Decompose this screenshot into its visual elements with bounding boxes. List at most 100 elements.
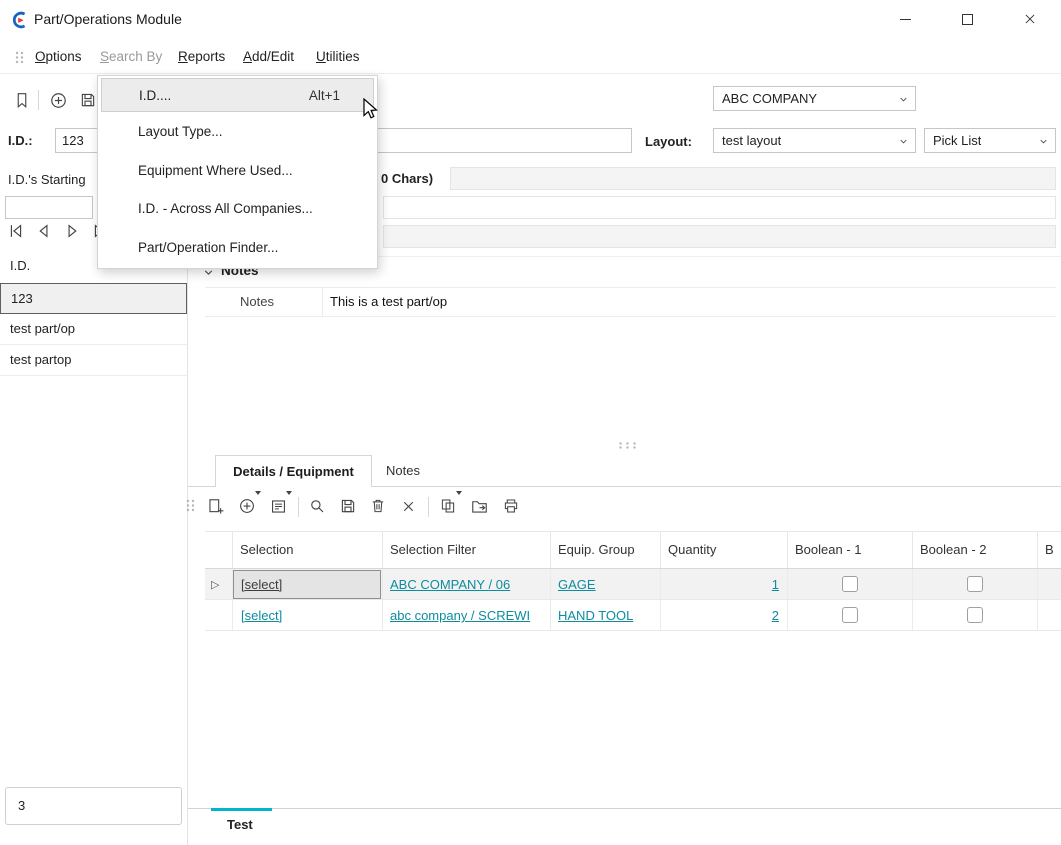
list-item[interactable]: test part/op — [0, 314, 187, 345]
trash-icon — [369, 497, 387, 515]
menu-item-equipment-where-used[interactable]: Equipment Where Used... — [98, 151, 377, 190]
column-header-selection[interactable]: Selection — [240, 542, 293, 557]
grid-column-divider[interactable] — [550, 531, 551, 568]
picklist-select[interactable]: Pick List — [924, 128, 1056, 153]
menu-options[interactable]: Options — [35, 49, 82, 64]
cancel-button[interactable] — [396, 494, 420, 518]
grid-column-divider[interactable] — [1037, 531, 1038, 568]
selection-filter-link[interactable]: abc company / SCREWI — [390, 608, 547, 623]
layout-select[interactable]: test layout — [713, 128, 916, 153]
selection-link[interactable]: [select] — [241, 608, 282, 623]
menu-reports[interactable]: Reports — [178, 49, 225, 64]
chars-limit-label: 0 Chars) — [381, 171, 433, 186]
menu-add-edit[interactable]: Add/Edit — [243, 49, 294, 64]
copy-icon — [439, 497, 457, 515]
search-button[interactable] — [305, 494, 329, 518]
grid-column-divider[interactable] — [232, 531, 233, 568]
close-icon — [1023, 12, 1037, 26]
quantity-link[interactable]: 2 — [660, 608, 779, 623]
boolean-1-checkbox[interactable] — [842, 576, 858, 592]
delete-button[interactable] — [366, 494, 390, 518]
header-readonly-field — [383, 225, 1056, 248]
tab-notes[interactable]: Notes — [386, 463, 420, 478]
toolbar-divider — [298, 497, 299, 517]
menu-search-by[interactable]: Search By — [100, 49, 162, 64]
app-icon — [9, 9, 31, 31]
boolean-1-checkbox[interactable] — [842, 607, 858, 623]
active-tab-accent — [211, 808, 272, 811]
list-item[interactable]: test partop — [0, 345, 187, 376]
column-header-boolean-2[interactable]: Boolean - 2 — [920, 542, 987, 557]
menu-item-id[interactable]: I.D.... Alt+1 — [101, 78, 374, 112]
x-icon — [400, 498, 417, 515]
menu-item-label: Part/Operation Finder... — [138, 240, 341, 255]
grid-column-divider[interactable] — [912, 531, 913, 568]
quantity-link[interactable]: 1 — [660, 577, 779, 592]
chevron-down-icon — [898, 136, 909, 147]
copy-button[interactable] — [436, 494, 460, 518]
grid-column-divider[interactable] — [382, 531, 383, 568]
maximize-button[interactable] — [944, 4, 990, 34]
toolbar-grip-icon[interactable] — [186, 499, 195, 512]
title-bar: Part/Operations Module — [0, 0, 1061, 40]
edit-form-button[interactable] — [266, 494, 290, 518]
menu-item-layout-type[interactable]: Layout Type... — [98, 112, 377, 151]
folder-export-icon — [470, 497, 489, 516]
header-text-field[interactable] — [383, 196, 1056, 219]
grid-column-divider — [787, 569, 788, 631]
column-header-selection-filter[interactable]: Selection Filter — [390, 542, 476, 557]
list-item[interactable]: 123 — [0, 283, 187, 314]
layout-label: Layout: — [645, 134, 692, 149]
nav-previous-button[interactable] — [32, 219, 56, 243]
splitter-grip-icon[interactable] — [618, 441, 637, 450]
grid-column-divider[interactable] — [787, 531, 788, 568]
nav-next-button[interactable] — [60, 219, 84, 243]
next-record-icon — [62, 221, 82, 241]
boolean-2-checkbox[interactable] — [967, 607, 983, 623]
minimize-button[interactable] — [882, 4, 928, 34]
menu-item-id-across-companies[interactable]: I.D. - Across All Companies... — [98, 190, 377, 229]
add-detail-button[interactable] — [235, 494, 259, 518]
insert-row-button[interactable] — [203, 494, 227, 518]
id-label: I.D.: — [8, 133, 33, 148]
selection-link[interactable]: [select] — [241, 577, 282, 592]
print-button[interactable] — [499, 494, 523, 518]
window-title: Part/Operations Module — [34, 11, 182, 27]
equip-group-link[interactable]: GAGE — [558, 577, 596, 592]
menu-item-label: I.D. - Across All Companies... — [138, 201, 341, 216]
bookmark-button[interactable] — [10, 88, 34, 112]
tab-details-equipment[interactable]: Details / Equipment — [215, 455, 372, 487]
save-detail-button[interactable] — [336, 494, 360, 518]
boolean-2-checkbox[interactable] — [967, 576, 983, 592]
chevron-down-icon — [1038, 136, 1049, 147]
export-button[interactable] — [467, 494, 491, 518]
grid-column-divider[interactable] — [660, 531, 661, 568]
column-header-equip-group[interactable]: Equip. Group — [558, 542, 635, 557]
menu-item-part-operation-finder[interactable]: Part/Operation Finder... — [98, 228, 377, 267]
footer-divider — [188, 808, 1061, 809]
divider — [322, 287, 323, 317]
id-list-header: I.D. — [10, 258, 30, 273]
row-divider — [205, 599, 1061, 600]
dropdown-caret-icon — [286, 491, 292, 495]
column-header-boolean-3[interactable]: B — [1045, 542, 1054, 557]
menu-utilities[interactable]: Utilities — [316, 49, 360, 64]
nav-first-button[interactable] — [4, 219, 28, 243]
selection-filter-link[interactable]: ABC COMPANY / 06 — [390, 577, 510, 592]
bottom-tab-test[interactable]: Test — [227, 817, 253, 832]
toolbar-divider — [428, 497, 429, 517]
menu-bar: Options Search By Reports Add/Edit Utili… — [0, 40, 1061, 74]
grid-border — [205, 531, 1061, 532]
close-button[interactable] — [1007, 4, 1053, 34]
equip-group-link[interactable]: HAND TOOL — [558, 608, 633, 623]
layout-select-value: test layout — [722, 133, 781, 148]
ids-starting-input[interactable] — [5, 196, 93, 219]
save-icon — [339, 497, 357, 515]
menubar-grip-icon[interactable] — [15, 51, 24, 64]
add-record-button[interactable] — [46, 88, 70, 112]
column-header-boolean-1[interactable]: Boolean - 1 — [795, 542, 862, 557]
company-select[interactable]: ABC COMPANY — [713, 86, 916, 111]
notes-row-value[interactable]: This is a test part/op — [330, 294, 447, 309]
menu-item-label: Layout Type... — [138, 124, 341, 139]
column-header-quantity[interactable]: Quantity — [668, 542, 716, 557]
